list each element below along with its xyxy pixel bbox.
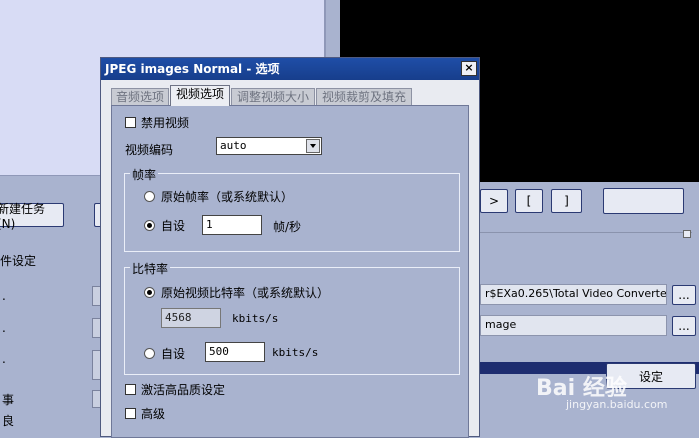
- left-label-3: .: [2, 352, 6, 366]
- frame-rate-custom-radio[interactable]: [144, 220, 155, 231]
- next-button[interactable]: >: [480, 189, 508, 213]
- mark-in-button[interactable]: [: [515, 189, 543, 213]
- left-label-2: .: [2, 321, 6, 335]
- frame-rate-original-label: 原始帧率（或系统默认）: [161, 190, 294, 204]
- bitrate-original-radio[interactable]: [144, 287, 155, 298]
- disable-video-label: 禁用视频: [141, 116, 190, 130]
- bitrate-custom-input[interactable]: 500: [205, 342, 265, 362]
- bitrate-original-value: 4568: [161, 308, 221, 328]
- frame-rate-custom-label: 自设: [161, 219, 186, 233]
- frame-rate-group: [124, 173, 460, 252]
- slider-track[interactable]: [480, 232, 692, 233]
- bitrate-custom-label: 自设: [161, 347, 186, 361]
- mark-out-button[interactable]: ]: [551, 189, 582, 213]
- advanced-checkbox[interactable]: [125, 408, 136, 419]
- left-label-5: 良: [2, 414, 15, 428]
- high-quality-label: 激活高品质设定: [141, 383, 226, 397]
- new-task-button[interactable]: 新建任务(N): [0, 202, 64, 231]
- video-codec-select[interactable]: auto: [216, 137, 322, 155]
- dialog-title: JPEG images Normal - 选项: [101, 58, 479, 80]
- advanced-label: 高级: [141, 407, 166, 421]
- bitrate-original-label: 原始视频比特率（或系统默认）: [161, 286, 330, 300]
- options-dialog: JPEG images Normal - 选项 × 音频选项 视频选项 调整视频…: [100, 57, 480, 438]
- bitrate-custom-unit: kbits/s: [272, 346, 319, 359]
- close-icon[interactable]: ×: [461, 61, 477, 76]
- tab-audio[interactable]: 音频选项: [111, 88, 169, 105]
- bitrate-group-label: 比特率: [130, 260, 171, 277]
- bitrate-original-unit: kbits/s: [232, 312, 279, 325]
- frame-rate-group-label: 帧率: [130, 166, 159, 183]
- tab-crop-pad[interactable]: 视频裁剪及填充: [316, 88, 412, 105]
- tab-video[interactable]: 视频选项: [170, 85, 230, 106]
- frame-rate-unit: 帧/秒: [273, 220, 302, 234]
- bitrate-custom-radio[interactable]: [144, 348, 155, 359]
- high-quality-checkbox[interactable]: [125, 384, 136, 395]
- browse-path-button[interactable]: ...: [672, 285, 696, 305]
- output-format-field[interactable]: mage: [480, 315, 667, 336]
- video-options-panel: 禁用视频 视频编码 auto 帧率 原始帧率（或系统默认） 自设 1 帧/秒 比…: [111, 105, 469, 438]
- left-label-4: 事: [2, 393, 15, 407]
- blank-button[interactable]: [603, 188, 684, 214]
- watermark-url: jingyan.baidu.com: [566, 398, 668, 411]
- disable-video-checkbox[interactable]: [125, 117, 136, 128]
- settings-heading: 件设定: [0, 254, 37, 268]
- slider-thumb[interactable]: [683, 230, 691, 238]
- frame-rate-original-radio[interactable]: [144, 191, 155, 202]
- tab-resize[interactable]: 调整视频大小: [231, 88, 315, 105]
- browse-format-button[interactable]: ...: [672, 316, 696, 336]
- output-path-field[interactable]: r$EXa0.265\Total Video Converter\Cor: [480, 284, 667, 305]
- chevron-down-icon[interactable]: [306, 139, 320, 153]
- frame-rate-input[interactable]: 1: [202, 215, 262, 235]
- left-label-1: .: [2, 289, 6, 303]
- video-codec-label: 视频编码: [125, 143, 174, 157]
